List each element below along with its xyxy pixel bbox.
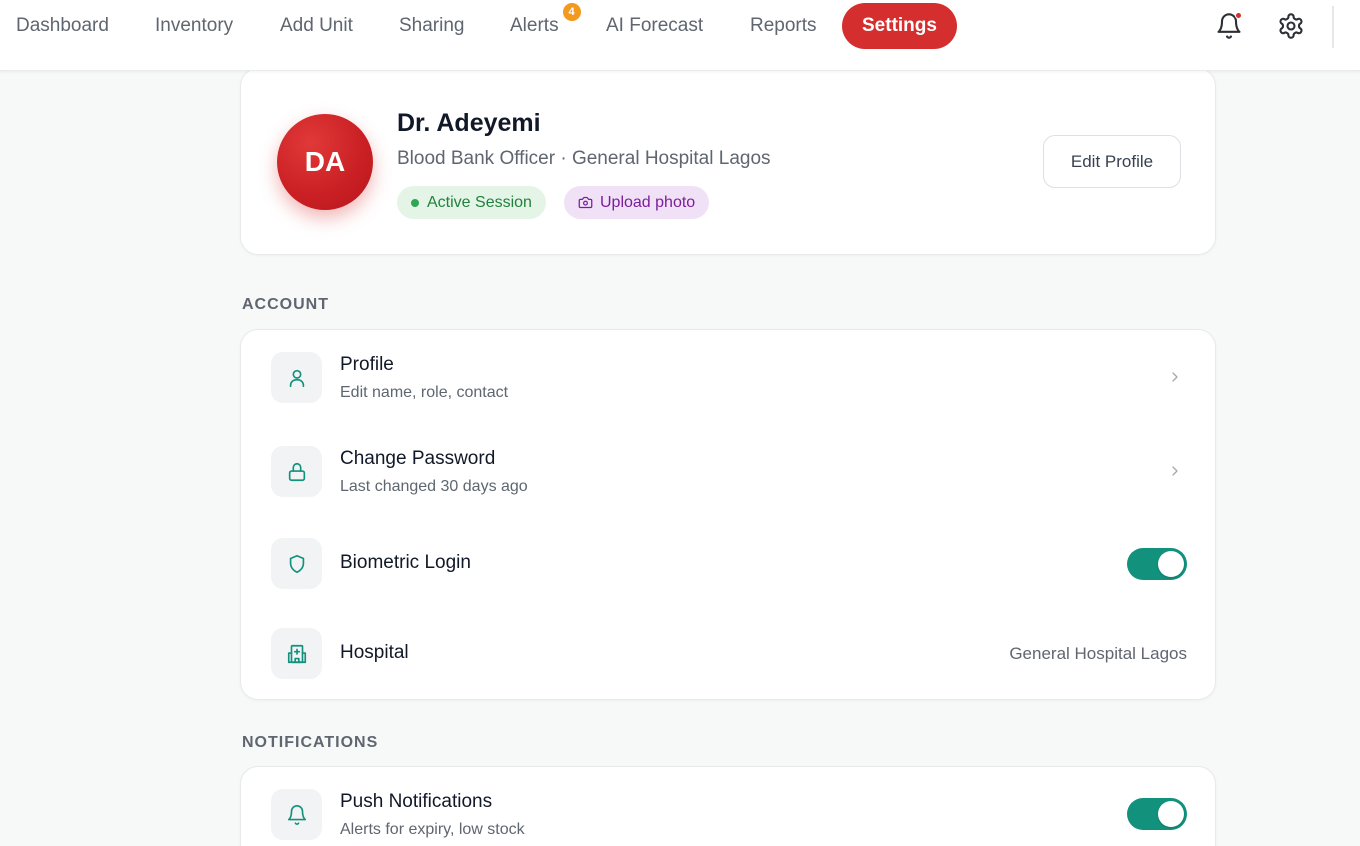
account-section-label: ACCOUNT bbox=[242, 296, 329, 313]
notifications-card: Push Notifications Alerts for expiry, lo… bbox=[240, 766, 1216, 846]
shield-icon bbox=[289, 554, 304, 573]
nav-ai-forecast[interactable]: AI Forecast bbox=[606, 3, 703, 49]
push-row-icon bbox=[271, 789, 322, 840]
settings-row-biometric: Biometric Login bbox=[241, 524, 1217, 604]
settings-row-hospital[interactable]: Hospital General Hospital Lagos bbox=[241, 614, 1217, 694]
nav-reports-label: Reports bbox=[750, 15, 817, 36]
nav-sharing-label: Sharing bbox=[399, 15, 465, 36]
nav-reports[interactable]: Reports bbox=[750, 3, 817, 49]
nav-inventory[interactable]: Inventory bbox=[155, 3, 233, 49]
edit-profile-button[interactable]: Edit Profile bbox=[1043, 135, 1181, 188]
password-row-subtitle: Last changed 30 days ago bbox=[340, 478, 528, 495]
profile-row-subtitle: Edit name, role, contact bbox=[340, 384, 509, 401]
nav-sharing[interactable]: Sharing bbox=[399, 3, 465, 49]
active-session-label: Active Session bbox=[427, 193, 532, 211]
notifications-button[interactable] bbox=[1212, 9, 1246, 43]
biometric-toggle[interactable] bbox=[1127, 548, 1187, 580]
user-icon bbox=[289, 369, 304, 387]
toggle-knob bbox=[1158, 551, 1184, 577]
biometric-row-title: Biometric Login bbox=[340, 552, 471, 573]
nav-settings-label: Settings bbox=[862, 15, 937, 36]
nav-divider bbox=[1332, 6, 1334, 48]
settings-row-push-notifications: Push Notifications Alerts for expiry, lo… bbox=[241, 775, 1217, 846]
top-nav: Dashboard Inventory Add Unit Sharing Ale… bbox=[0, 0, 1360, 71]
nav-dashboard-label: Dashboard bbox=[16, 15, 109, 36]
hospital-row-title: Hospital bbox=[340, 642, 409, 663]
nav-alerts[interactable]: Alerts 4 bbox=[510, 1, 583, 49]
profile-role: Blood Bank Officer · General Hospital La… bbox=[397, 148, 771, 169]
camera-icon bbox=[578, 196, 593, 209]
hospital-row-value: General Hospital Lagos bbox=[1009, 644, 1187, 663]
password-row-title: Change Password bbox=[340, 448, 496, 469]
push-notifications-toggle[interactable] bbox=[1127, 798, 1187, 830]
profile-row-title: Profile bbox=[340, 354, 394, 375]
profile-card: DA Dr. Adeyemi Blood Bank Officer · Gene… bbox=[240, 68, 1216, 255]
avatar: DA bbox=[277, 114, 373, 210]
toggle-knob bbox=[1158, 801, 1184, 827]
nav-add-unit[interactable]: Add Unit bbox=[280, 3, 353, 49]
bell-icon bbox=[287, 804, 306, 825]
nav-inventory-label: Inventory bbox=[155, 15, 234, 36]
alerts-count-badge: 4 bbox=[560, 1, 583, 23]
nav-settings[interactable]: Settings bbox=[842, 3, 957, 49]
hospital-icon bbox=[287, 644, 306, 663]
nav-add-unit-label: Add Unit bbox=[280, 15, 353, 36]
notifications-section-label: NOTIFICATIONS bbox=[242, 734, 379, 751]
settings-gear-button[interactable] bbox=[1274, 9, 1308, 43]
push-row-title: Push Notifications bbox=[340, 791, 493, 812]
settings-row-change-password[interactable]: Change Password Last changed 30 days ago bbox=[241, 432, 1217, 512]
profile-name: Dr. Adeyemi bbox=[397, 109, 541, 137]
upload-photo-button[interactable]: Upload photo bbox=[564, 186, 710, 219]
status-dot bbox=[411, 198, 419, 207]
nav-dashboard[interactable]: Dashboard bbox=[16, 3, 109, 49]
nav-ai-forecast-label: AI Forecast bbox=[606, 15, 704, 36]
lock-icon bbox=[288, 462, 305, 481]
biometric-row-icon bbox=[271, 538, 322, 589]
unread-dot bbox=[1235, 12, 1242, 19]
upload-photo-label: Upload photo bbox=[600, 193, 696, 211]
nav-alerts-label: Alerts bbox=[510, 15, 559, 36]
chevron-right-icon bbox=[1172, 372, 1178, 382]
active-session-badge: Active Session bbox=[397, 186, 546, 219]
account-card: Profile Edit name, role, contact Change … bbox=[240, 329, 1216, 700]
settings-row-profile[interactable]: Profile Edit name, role, contact bbox=[241, 338, 1217, 418]
profile-row-icon bbox=[271, 352, 322, 403]
chevron-right-icon bbox=[1172, 466, 1178, 476]
gear-icon bbox=[1279, 13, 1303, 39]
hospital-row-icon bbox=[271, 628, 322, 679]
password-row-icon bbox=[271, 446, 322, 497]
push-row-subtitle: Alerts for expiry, low stock bbox=[340, 821, 525, 838]
